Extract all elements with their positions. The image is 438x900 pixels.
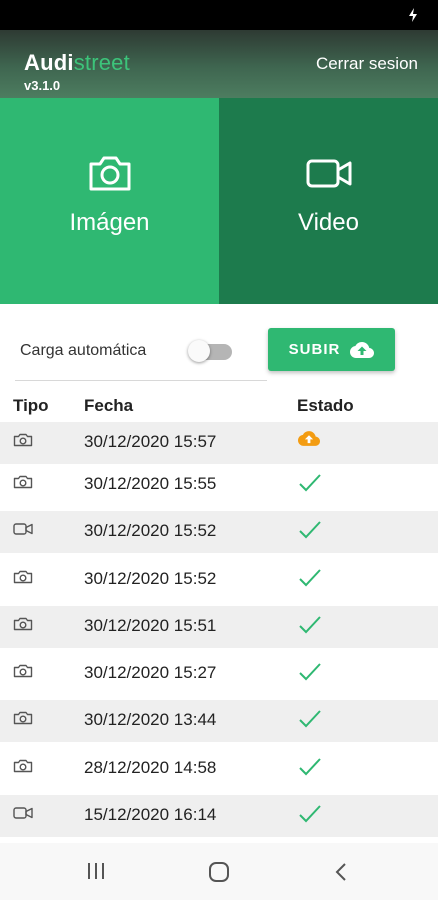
column-header-fecha: Fecha [84,396,134,415]
back-icon[interactable] [334,861,348,883]
column-header-estado: Estado [297,396,354,415]
app-header: Audistreet v3.1.0 Cerrar sesion [0,30,438,98]
row-date: 30/12/2020 15:57 [84,432,217,451]
brand-part1: Audi [24,50,74,75]
row-date: 30/12/2020 13:44 [84,710,217,729]
auto-upload-toggle[interactable] [188,340,234,362]
camera-icon [13,711,33,725]
column-header-tipo: Tipo [13,396,49,415]
row-date: 15/12/2020 16:14 [84,805,217,824]
check-icon [298,614,322,636]
app-version: v3.1.0 [24,78,61,93]
check-icon [298,567,322,589]
video-icon [306,159,351,188]
camera-icon [89,156,130,191]
charging-icon [409,8,417,22]
check-icon [298,803,322,825]
image-tile-label: Imágen [69,209,150,236]
home-icon[interactable] [208,861,230,883]
upload-button-label: SUBIR [288,341,341,358]
table-row[interactable]: 30/12/2020 15:27 [0,653,438,695]
check-icon [298,756,322,778]
auto-upload-label: Carga automática [20,342,147,359]
logout-button[interactable]: Cerrar sesion [316,54,418,74]
table-row[interactable]: 30/12/2020 15:52 [0,511,438,553]
status-bar [0,0,438,30]
upload-button[interactable]: SUBIR [268,328,395,371]
check-icon [298,519,322,541]
cloud-upload-icon [350,341,375,358]
table-row[interactable]: 28/12/2020 14:58 [0,748,438,790]
table-row[interactable]: 30/12/2020 15:51 [0,606,438,648]
divider [15,380,267,381]
camera-icon [13,664,33,678]
camera-icon [13,570,33,584]
brand-part2: street [73,50,130,75]
app-logo: Audistreet [24,50,130,76]
check-icon [298,472,322,494]
image-capture-button[interactable]: Imágen [0,98,219,304]
toggle-knob [188,340,210,362]
row-date: 30/12/2020 15:52 [84,521,217,540]
table-row[interactable]: 30/12/2020 15:52 [0,559,438,601]
camera-icon [13,475,33,489]
camera-icon [13,433,33,447]
table-row[interactable]: 15/12/2020 16:14 [0,795,438,837]
check-icon [298,661,322,683]
row-date: 30/12/2020 15:55 [84,474,217,493]
video-icon [13,806,33,820]
video-capture-button[interactable]: Video [219,98,438,304]
video-icon [13,522,33,536]
system-nav-bar [0,843,438,900]
recent-apps-icon[interactable] [86,861,106,881]
video-tile-label: Video [298,209,359,236]
row-date: 28/12/2020 14:58 [84,758,217,777]
row-date: 30/12/2020 15:52 [84,569,217,588]
table-row[interactable]: 30/12/2020 15:55 [0,464,438,506]
camera-icon [13,617,33,631]
camera-icon [13,759,33,773]
row-date: 30/12/2020 15:27 [84,663,217,682]
check-icon [298,708,322,730]
upload-pending-icon [298,430,322,452]
row-date: 30/12/2020 15:51 [84,616,217,635]
table-row[interactable]: 30/12/2020 15:57 [0,422,438,464]
table-row[interactable]: 30/12/2020 13:44 [0,700,438,742]
